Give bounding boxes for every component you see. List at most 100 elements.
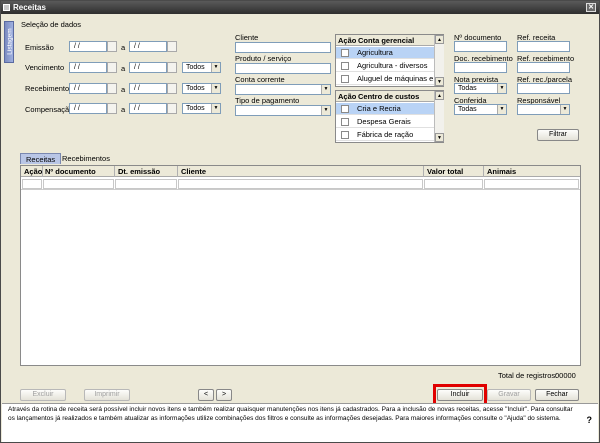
list-item-label: Agricultura: [357, 48, 393, 57]
cliente-label: Cliente: [235, 33, 259, 42]
column-header-valor-total: Valor total: [427, 167, 464, 176]
column-header-dt-emissao: Dt. emissão: [118, 167, 161, 176]
window-title: Receitas: [13, 3, 46, 12]
total-registros-label: Total de registros:: [498, 371, 558, 380]
chevron-down-icon: ▼: [560, 105, 569, 114]
column-header-n-documento: Nº documento: [45, 167, 96, 176]
conferida-select[interactable]: Todas ▼: [454, 104, 507, 115]
recebimento-sep: a: [121, 85, 126, 94]
scroll-down-icon[interactable]: ▼: [435, 77, 444, 86]
compensacao-from-input[interactable]: / /: [69, 103, 107, 114]
tab-recebimentos[interactable]: Recebimentos: [57, 153, 115, 164]
scroll-down-icon[interactable]: ▼: [435, 133, 444, 142]
list-item-label: Agricultura - diversos: [357, 61, 428, 70]
checkbox[interactable]: [341, 131, 349, 139]
list-item[interactable]: Cria e Recria: [336, 103, 434, 115]
emissao-label: Emissão: [25, 43, 54, 52]
compensacao-to-date-button[interactable]: [167, 103, 177, 114]
list-item-label: Aluguel de máquinas e e: [357, 74, 440, 83]
tipo-pagamento-select[interactable]: ▼: [235, 105, 331, 116]
compensacao-select[interactable]: Todos ▼: [182, 103, 221, 114]
gravar-button[interactable]: Gravar: [487, 389, 531, 401]
conferida-value: Todas: [458, 106, 477, 113]
excluir-button[interactable]: Excluir: [20, 389, 66, 401]
cliente-input[interactable]: [235, 42, 331, 53]
emissao-from-date-button[interactable]: [107, 41, 117, 52]
recebimento-select[interactable]: Todos ▼: [182, 83, 221, 94]
table-row[interactable]: [21, 178, 580, 190]
ref-recebimento-input[interactable]: [517, 62, 570, 73]
conta-gerencial-header-label: Conta gerencial: [358, 36, 415, 45]
ref-rec-parcela-input[interactable]: [517, 83, 570, 94]
emissao-to-date-button[interactable]: [167, 41, 177, 52]
previous-button[interactable]: <: [198, 389, 214, 401]
column-header-animais: Animais: [487, 167, 517, 176]
compensacao-from-date-button[interactable]: [107, 103, 117, 114]
receitas-grid: Ação Nº documento Dt. emissão Cliente Va…: [20, 165, 581, 366]
chevron-down-icon: ▼: [497, 84, 506, 93]
list-item[interactable]: Agricultura - diversos: [336, 60, 434, 72]
list-item[interactable]: Aluguel de máquinas e e: [336, 73, 440, 85]
vencimento-from-date-button[interactable]: [107, 62, 117, 73]
compensacao-select-value: Todos: [186, 105, 205, 112]
nota-prevista-select[interactable]: Todas ▼: [454, 83, 507, 94]
window-icon: [3, 4, 10, 11]
checkbox[interactable]: [341, 62, 349, 70]
recebimento-select-value: Todos: [186, 85, 205, 92]
vencimento-from-input[interactable]: / /: [69, 62, 107, 73]
receitas-grid-header: Ação Nº documento Dt. emissão Cliente Va…: [21, 166, 580, 177]
list-item-label: Cria e Recria: [357, 104, 401, 113]
total-registros-value: 00000: [555, 371, 576, 380]
next-button[interactable]: >: [216, 389, 232, 401]
checkbox[interactable]: [341, 49, 349, 57]
filtrar-button[interactable]: Filtrar: [537, 129, 579, 141]
compensacao-to-input[interactable]: / /: [129, 103, 167, 114]
emissao-to-input[interactable]: / /: [129, 41, 167, 52]
doc-recebimento-input[interactable]: [454, 62, 507, 73]
tipo-pagamento-label: Tipo de pagamento: [235, 96, 300, 105]
checkbox[interactable]: [341, 118, 349, 126]
responsavel-select[interactable]: ▼: [517, 104, 570, 115]
conta-gerencial-scrollbar[interactable]: ▲ ▼: [434, 35, 444, 86]
checkbox[interactable]: [341, 105, 349, 113]
vencimento-select[interactable]: Todos ▼: [182, 62, 221, 73]
n-documento-input[interactable]: [454, 41, 507, 52]
list-item[interactable]: Agricultura: [336, 47, 434, 59]
close-window-button[interactable]: ✕: [586, 3, 596, 12]
chevron-down-icon: ▼: [211, 84, 220, 93]
vencimento-to-input[interactable]: / /: [129, 62, 167, 73]
conta-corrente-label: Conta corrente: [235, 75, 285, 84]
scroll-up-icon[interactable]: ▲: [435, 91, 444, 100]
title-bar[interactable]: Receitas ✕: [1, 1, 599, 14]
ref-receita-input[interactable]: [517, 41, 570, 52]
recebimento-to-date-button[interactable]: [167, 83, 177, 94]
tab-receitas[interactable]: Receitas: [20, 153, 62, 164]
list-item[interactable]: Despesa Gerais: [336, 116, 434, 128]
vencimento-sep: a: [121, 64, 126, 73]
list-item-label: Fábrica de ração: [357, 130, 414, 139]
recebimento-to-input[interactable]: / /: [129, 83, 167, 94]
conta-gerencial-header: Ação Conta gerencial: [336, 35, 434, 46]
nota-prevista-value: Todas: [458, 85, 477, 92]
side-tab-listagem[interactable]: Listagem: [4, 21, 14, 63]
centro-custos-scrollbar[interactable]: ▲ ▼: [434, 91, 444, 142]
help-icon[interactable]: ?: [587, 416, 593, 425]
list-item[interactable]: Fábrica de ração: [336, 129, 434, 141]
recebimento-from-input[interactable]: / /: [69, 83, 107, 94]
checkbox[interactable]: [341, 75, 349, 83]
conta-corrente-select[interactable]: ▼: [235, 84, 331, 95]
side-tab-label: Listagem: [6, 28, 14, 55]
fechar-button[interactable]: Fechar: [535, 389, 579, 401]
recebimento-from-date-button[interactable]: [107, 83, 117, 94]
chevron-down-icon: ▼: [211, 63, 220, 72]
vencimento-label: Vencimento: [25, 63, 65, 72]
scroll-up-icon[interactable]: ▲: [435, 35, 444, 44]
receitas-window: Receitas ✕ Listagem Seleção de dados Emi…: [0, 0, 600, 443]
vencimento-to-date-button[interactable]: [167, 62, 177, 73]
acao-header: Ação: [338, 92, 357, 101]
imprimir-button[interactable]: Imprimir: [84, 389, 130, 401]
chevron-down-icon: ▼: [321, 85, 330, 94]
emissao-from-input[interactable]: / /: [69, 41, 107, 52]
produto-input[interactable]: [235, 63, 331, 74]
vencimento-select-value: Todos: [186, 64, 205, 71]
